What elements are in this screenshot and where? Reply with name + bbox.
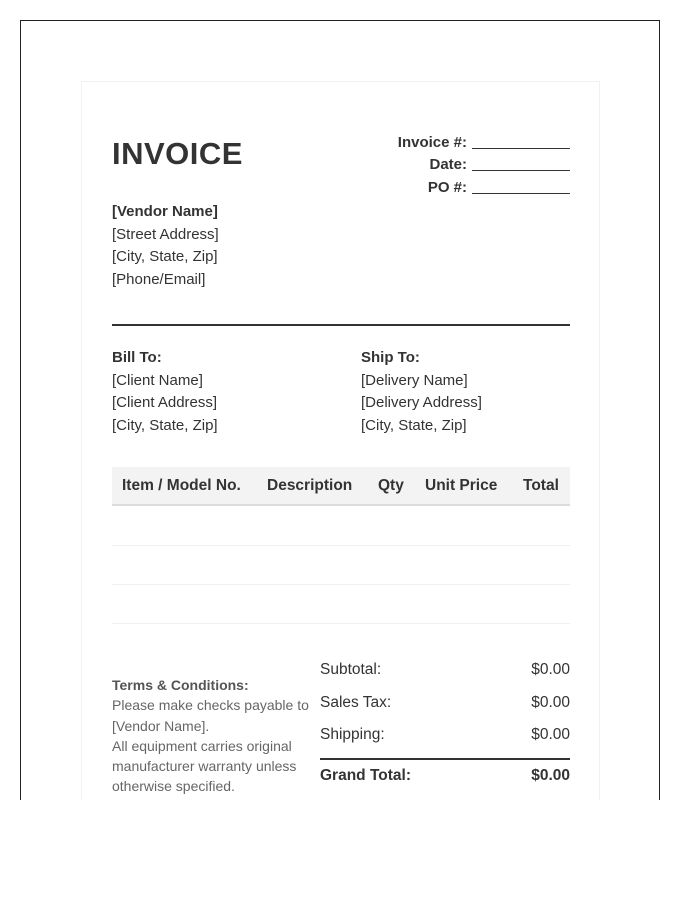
column-header-description: Description	[267, 477, 353, 494]
po-row: PO #:	[330, 173, 570, 196]
invoice-number-label: Invoice #:	[397, 133, 467, 151]
invoice-number-row: Invoice #:	[330, 128, 570, 151]
ship-to-address: [Delivery Address]	[361, 394, 482, 411]
invoice-number-field[interactable]	[472, 132, 570, 149]
table-row	[112, 623, 570, 624]
table-row	[112, 584, 570, 585]
vendor-city: [City, State, Zip]	[112, 248, 218, 265]
bill-to-city: [City, State, Zip]	[112, 416, 218, 434]
terms-block: Terms & Conditions: Please make checks p…	[112, 675, 322, 797]
grand-total-label: Grand Total:	[320, 766, 411, 784]
date-field[interactable]	[472, 154, 570, 171]
subtotal-label: Subtotal:	[320, 661, 382, 678]
shipping-label: Shipping:	[320, 726, 385, 743]
grand-total-divider	[320, 757, 570, 760]
ship-to-heading: Ship To:	[361, 349, 420, 366]
bill-to-name: [Client Name]	[112, 371, 203, 389]
column-header-qty: Qty	[378, 477, 404, 494]
date-label: Date:	[429, 156, 467, 173]
column-header-unit-price: Unit Price	[425, 477, 498, 494]
vendor-contact: [Phone/Email]	[112, 270, 206, 288]
po-label: PO #:	[427, 178, 467, 196]
header-divider	[112, 324, 570, 326]
bill-to-address: [Client Address]	[112, 394, 218, 411]
terms-warranty: All equipment carries original manufactu…	[112, 737, 297, 795]
sales-tax-label: Sales Tax:	[320, 693, 392, 711]
terms-payable: Please make checks payable to [Vendor Na…	[112, 697, 309, 734]
ship-to-block: Ship To: [Delivery Name] [Delivery Addre…	[361, 347, 482, 437]
date-row: Date:	[330, 151, 570, 173]
shipping-row: Shipping: $0.00	[320, 723, 570, 756]
sales-tax-row: Sales Tax: $0.00	[320, 691, 570, 724]
subtotal-row: Subtotal: $0.00	[320, 658, 570, 691]
vendor-street: [Street Address]	[112, 225, 219, 243]
sales-tax-value: $0.00	[531, 693, 570, 711]
terms-heading: Terms & Conditions:	[112, 677, 249, 693]
invoice-meta: Invoice #: Date: PO #:	[330, 128, 570, 196]
ship-to-city: [City, State, Zip]	[361, 416, 467, 434]
items-table-header: Item / Model No. Description Qty Unit Pr…	[112, 467, 570, 506]
bill-to-block: Bill To: [Client Name] [Client Address] …	[112, 347, 218, 437]
table-row	[112, 545, 570, 546]
column-header-total: Total	[523, 477, 559, 494]
column-header-item: Item / Model No.	[122, 477, 241, 494]
subtotal-value: $0.00	[531, 661, 570, 678]
grand-total-row: Grand Total: $0.00	[320, 765, 570, 787]
ship-to-name: [Delivery Name]	[361, 371, 468, 389]
invoice-title: INVOICE	[112, 136, 243, 171]
bill-to-heading: Bill To:	[112, 349, 162, 366]
shipping-value: $0.00	[531, 726, 570, 743]
po-field[interactable]	[472, 177, 570, 194]
grand-total-value: $0.00	[531, 766, 570, 784]
vendor-name: [Vendor Name]	[112, 203, 218, 220]
vendor-block: [Vendor Name] [Street Address] [City, St…	[112, 201, 219, 291]
totals-block: Subtotal: $0.00 Sales Tax: $0.00 Shippin…	[320, 658, 570, 787]
